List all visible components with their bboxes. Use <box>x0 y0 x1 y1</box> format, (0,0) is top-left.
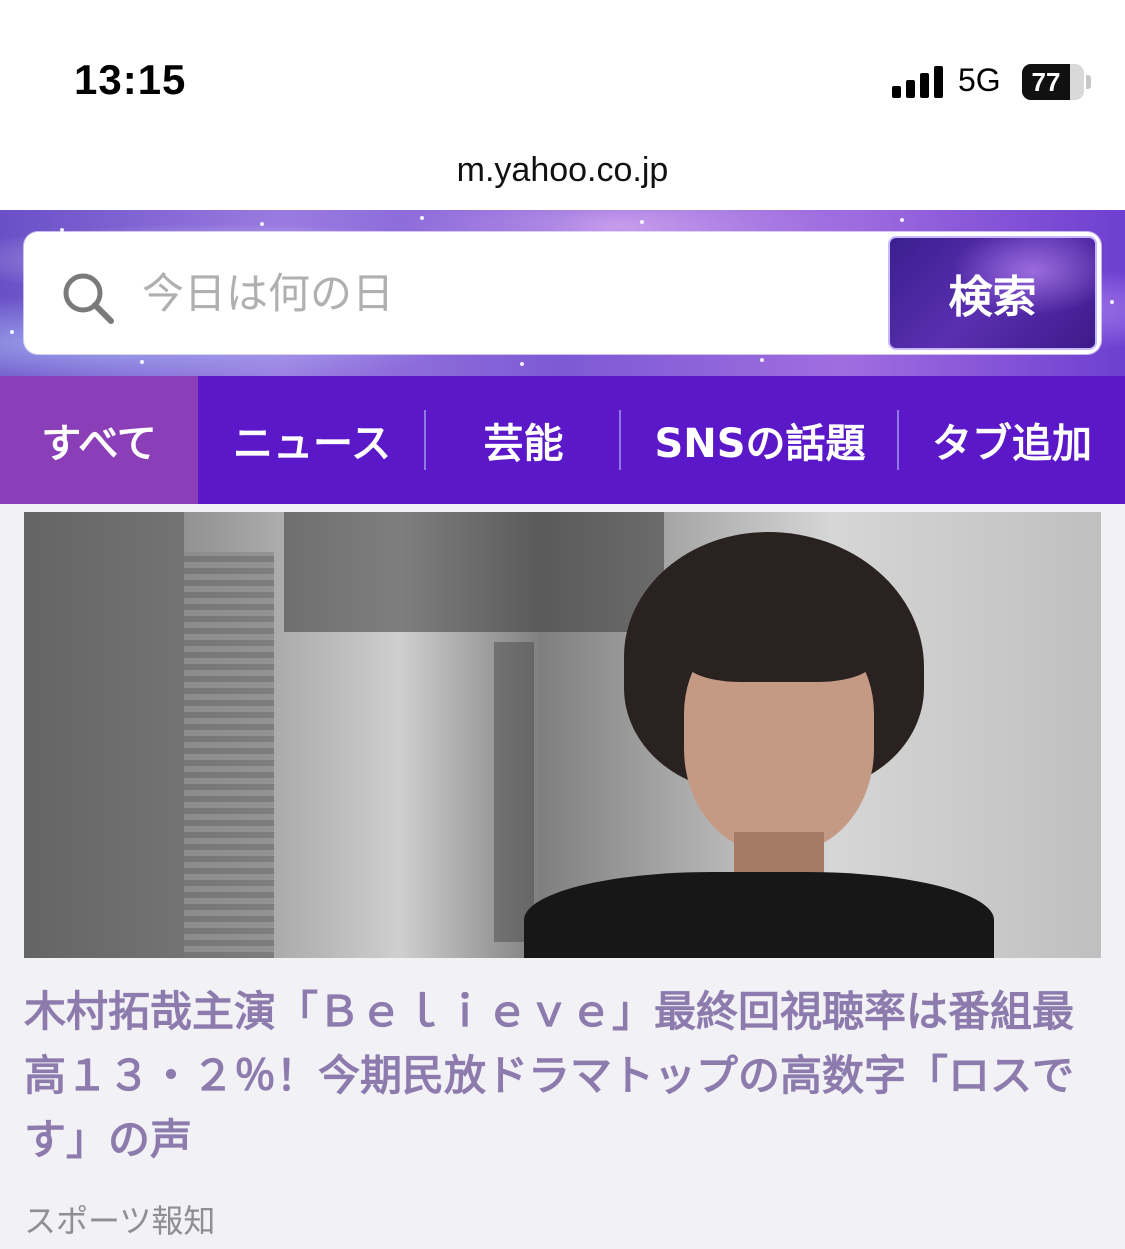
status-time: 13:15 <box>74 56 187 103</box>
tab-sns-topics[interactable]: SNSの話題 <box>621 376 899 504</box>
news-feed: 木村拓哉主演「Ｂｅｌｉｅｖｅ」最終回視聴率は番組最高１３・２％！今期民放ドラマト… <box>0 504 1125 1249</box>
tab-label: タブ追加 <box>932 421 1092 467</box>
article-source: スポーツ報知 <box>24 1202 216 1240</box>
person-body <box>524 872 994 958</box>
tab-all[interactable]: すべて <box>0 376 198 504</box>
search-button[interactable]: 検索 <box>888 236 1097 350</box>
search-bar: 検索 <box>24 232 1101 354</box>
article-headline[interactable]: 木村拓哉主演「Ｂｅｌｉｅｖｅ」最終回視聴率は番組最高１３・２％！今期民放ドラマト… <box>24 980 1101 1172</box>
tab-label: ニュース <box>233 421 391 467</box>
category-tabs: すべて ニュース 芸能 SNSの話題 タブ追加 <box>0 376 1125 504</box>
battery-cap <box>1086 75 1091 89</box>
address-bar[interactable]: m.yahoo.co.jp <box>0 140 1125 210</box>
search-input[interactable] <box>142 232 882 354</box>
tab-entertainment[interactable]: 芸能 <box>426 376 621 504</box>
tab-news[interactable]: ニュース <box>198 376 426 504</box>
tab-label: SNSの話題 <box>654 421 866 467</box>
search-icon <box>63 273 114 324</box>
tab-label: 芸能 <box>483 421 564 467</box>
status-bar: 13:15 5G 77 <box>0 0 1125 150</box>
tab-label: すべて <box>41 421 157 467</box>
battery-percentage: 77 <box>1031 67 1061 97</box>
network-type: 5G <box>958 62 1001 98</box>
article-image[interactable] <box>24 512 1101 958</box>
battery-icon: 77 <box>1022 64 1084 100</box>
tab-add-tab[interactable]: タブ追加 <box>899 376 1125 504</box>
cellular-signal-icon <box>892 66 944 98</box>
